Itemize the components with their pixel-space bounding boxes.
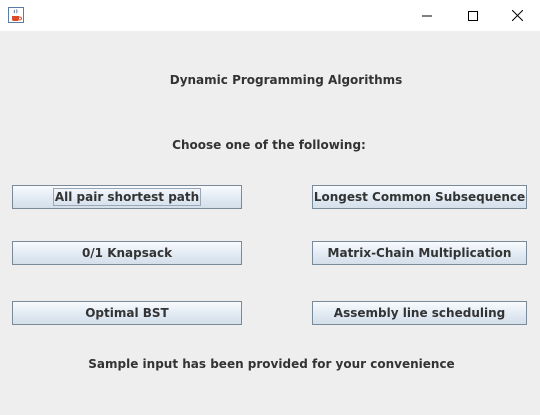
minimize-icon (422, 6, 432, 25)
longest-common-subsequence-button[interactable]: Longest Common Subsequence (312, 185, 527, 209)
page-title: Dynamic Programming Algorithms (169, 73, 403, 87)
all-pair-shortest-path-button[interactable]: All pair shortest path (12, 185, 242, 209)
close-icon (511, 6, 523, 25)
optimal-bst-button[interactable]: Optimal BST (12, 301, 242, 325)
button-label: Optimal BST (85, 306, 169, 320)
button-label: Assembly line scheduling (333, 306, 506, 320)
java-cup-icon (8, 7, 24, 23)
window-titlebar (0, 0, 540, 31)
main-panel: Dynamic Programming Algorithms Choose on… (0, 31, 540, 415)
maximize-button[interactable] (450, 0, 496, 31)
choose-prompt: Choose one of the following: (172, 138, 366, 152)
knapsack-button[interactable]: 0/1 Knapsack (12, 241, 242, 265)
footer-note: Sample input has been provided for your … (88, 357, 455, 371)
assembly-line-scheduling-button[interactable]: Assembly line scheduling (312, 301, 527, 325)
maximize-icon (468, 6, 478, 25)
matrix-chain-multiplication-button[interactable]: Matrix-Chain Multiplication (312, 241, 527, 265)
button-label: 0/1 Knapsack (81, 246, 173, 260)
minimize-button[interactable] (404, 0, 450, 31)
button-label: Longest Common Subsequence (313, 190, 526, 204)
close-button[interactable] (494, 0, 540, 31)
button-label: All pair shortest path (52, 188, 202, 206)
button-label: Matrix-Chain Multiplication (327, 246, 512, 260)
